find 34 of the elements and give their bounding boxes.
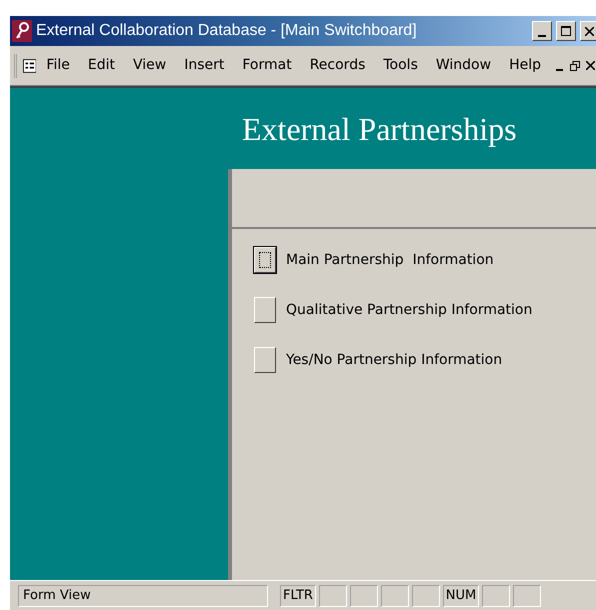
form-title: External Partnerships	[242, 110, 517, 149]
menu-item[interactable]: Insert	[176, 55, 232, 76]
menu-item[interactable]: View	[124, 55, 174, 76]
minimize-button[interactable]	[532, 21, 552, 41]
empty-status-pane	[513, 584, 541, 606]
close-icon	[586, 61, 595, 70]
menu-item[interactable]: Edit	[80, 55, 123, 76]
status-pane: Form View	[18, 584, 268, 606]
empty-status-pane	[319, 584, 347, 606]
empty-status-pane	[412, 584, 440, 606]
menu-item[interactable]: Help	[501, 55, 549, 76]
option-label: Main Partnership Information	[286, 250, 494, 270]
status-indicator: NUM	[443, 584, 479, 606]
menu-item[interactable]: File	[38, 55, 78, 76]
option-button[interactable]	[254, 247, 276, 273]
empty-status-pane	[482, 584, 510, 606]
maximize-button[interactable]	[556, 21, 576, 41]
empty-status-pane	[381, 584, 409, 606]
option-button[interactable]	[254, 297, 276, 323]
status-indicator: FLTR	[280, 584, 316, 606]
option-button[interactable]	[254, 347, 276, 373]
menu-item[interactable]: Window	[428, 55, 500, 76]
close-button[interactable]	[580, 21, 596, 41]
menu-item[interactable]: Tools	[375, 55, 426, 76]
close-icon	[584, 26, 594, 36]
menu-item[interactable]: Format	[234, 55, 300, 76]
empty-status-pane	[350, 584, 378, 606]
menu-item[interactable]: Records	[302, 55, 374, 76]
key-icon	[12, 20, 32, 42]
option-label: Qualitative Partnership Information	[286, 300, 532, 320]
form-icon[interactable]	[22, 58, 36, 74]
window-title: External Collaboration Database - [Main Switchboard]	[36, 21, 417, 41]
restore-icon	[570, 60, 580, 70]
option-label: Yes/No Partnership Information	[286, 350, 502, 370]
